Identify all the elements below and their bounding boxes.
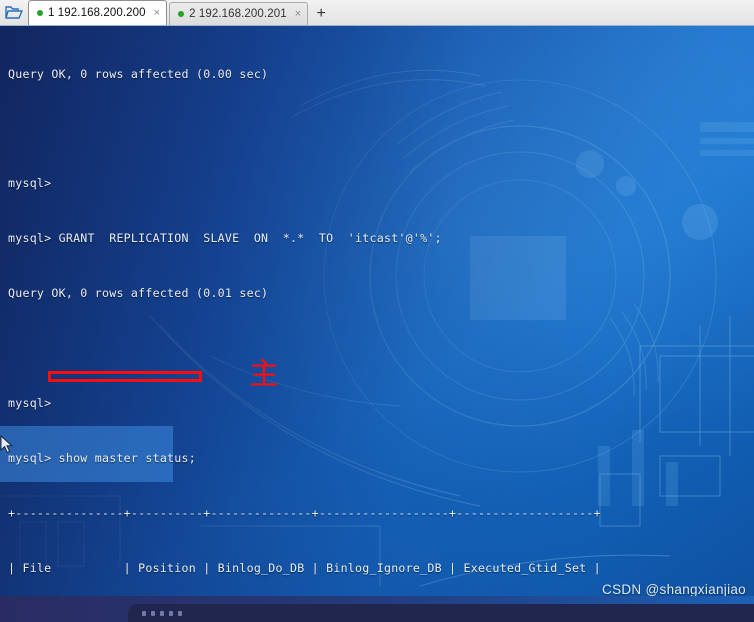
tab-192-168-200-200[interactable]: 1 192.168.200.200 ×: [28, 0, 168, 25]
taskbar-dot: [160, 611, 164, 616]
close-icon[interactable]: ×: [154, 7, 160, 19]
tab-bar: 1 192.168.200.200 × 2 192.168.200.201 × …: [0, 0, 754, 26]
taskbar-dot: [178, 611, 182, 616]
terminal-line: mysql> show master status;: [8, 450, 196, 465]
taskbar[interactable]: [128, 604, 754, 622]
csdn-watermark: CSDN @shangxianjiao: [602, 582, 746, 597]
taskbar-items: [142, 611, 182, 616]
folder-open-glyph: [5, 5, 23, 19]
terminal-line: mysql>: [8, 176, 52, 191]
taskbar-dot: [151, 611, 155, 616]
connected-dot-icon: [178, 11, 185, 17]
new-tab-button[interactable]: +: [310, 2, 332, 25]
terminal-line: | File | Position | Binlog_Do_DB | Binlo…: [8, 560, 601, 575]
terminal-output: Query OK, 0 rows affected (0.00 sec) mys…: [8, 28, 601, 622]
mouse-cursor-icon: [0, 435, 14, 454]
tab-192-168-200-201[interactable]: 2 192.168.200.201 ×: [169, 2, 309, 25]
terminal-line: Query OK, 0 rows affected (0.01 sec): [8, 286, 269, 301]
terminal-line: Query OK, 0 rows affected (0.00 sec): [8, 66, 269, 81]
desktop-wallpaper: Query OK, 0 rows affected (0.00 sec) mys…: [0, 26, 754, 622]
terminal-window[interactable]: Query OK, 0 rows affected (0.00 sec) mys…: [0, 26, 754, 622]
taskbar-dot: [169, 611, 173, 616]
close-icon[interactable]: ×: [295, 8, 301, 20]
taskbar-dot: [142, 611, 146, 616]
tab-label: 1 192.168.200.200: [48, 7, 146, 19]
terminal-line: mysql>: [8, 395, 52, 410]
terminal-line: +---------------+----------+------------…: [8, 505, 601, 520]
bottom-gradient-strip: [0, 596, 754, 622]
folder-open-icon[interactable]: [0, 0, 28, 25]
terminal-line: mysql> GRANT REPLICATION SLAVE ON *.* TO…: [8, 231, 442, 246]
red-rectangle-annotation: [48, 371, 202, 382]
connected-dot-icon: [37, 10, 43, 16]
tab-label: 2 192.168.200.201: [189, 8, 287, 20]
master-label-annotation: 主: [249, 357, 279, 392]
